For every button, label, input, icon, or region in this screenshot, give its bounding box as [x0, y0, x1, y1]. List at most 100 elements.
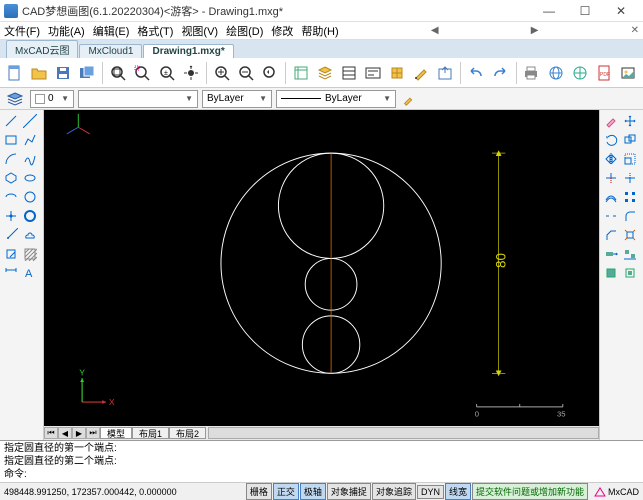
polygon-tool[interactable]: [2, 169, 20, 187]
snap-grid-toggle[interactable]: 栅格: [246, 483, 272, 500]
trim-tool[interactable]: [602, 169, 620, 187]
otrack-toggle[interactable]: 对象追踪: [372, 483, 416, 500]
zoom-out-button[interactable]: [235, 61, 257, 85]
doc-tab-drawing1[interactable]: Drawing1.mxg*: [143, 44, 233, 58]
chamfer-tool[interactable]: [602, 226, 620, 244]
save-as-button[interactable]: [76, 61, 98, 85]
mirror-tool[interactable]: [602, 150, 620, 168]
dimension-tool[interactable]: [2, 264, 20, 282]
menu-help[interactable]: 帮助(H): [301, 23, 338, 39]
menu-arrow-left-icon[interactable]: ◀: [431, 25, 439, 36]
lengthen-tool[interactable]: [621, 264, 639, 282]
redo-button[interactable]: [489, 61, 511, 85]
scale-tool[interactable]: [621, 150, 639, 168]
pan-button[interactable]: [180, 61, 202, 85]
revcloud-tool[interactable]: [21, 226, 39, 244]
text-tool[interactable]: A: [21, 264, 39, 282]
zoom-realtime-button[interactable]: ±: [155, 61, 177, 85]
line-tool[interactable]: [2, 112, 20, 130]
menu-close-icon[interactable]: ✕: [631, 25, 639, 36]
undo-button[interactable]: [465, 61, 487, 85]
osnap-toggle[interactable]: 对象捕捉: [327, 483, 371, 500]
polar-toggle[interactable]: 极轴: [300, 483, 326, 500]
zoom-extents-button[interactable]: [107, 61, 129, 85]
array-tool[interactable]: [621, 188, 639, 206]
circle-tool[interactable]: [21, 188, 39, 206]
ellipse-arc-tool[interactable]: [2, 188, 20, 206]
zoom-in-button[interactable]: [211, 61, 233, 85]
spline-tool[interactable]: [21, 150, 39, 168]
zoom-window-button[interactable]: [131, 61, 153, 85]
close-button[interactable]: ✕: [603, 1, 639, 21]
stretch-tool[interactable]: [602, 245, 620, 263]
explode-tool[interactable]: [621, 226, 639, 244]
copy-tool[interactable]: [621, 131, 639, 149]
break-tool[interactable]: [602, 207, 620, 225]
layer-manager-button[interactable]: [314, 61, 336, 85]
paint-format-button[interactable]: [400, 90, 418, 108]
model-tab[interactable]: 模型: [100, 427, 132, 439]
tab-scroll-first[interactable]: ⏮: [44, 427, 58, 439]
xline-tool[interactable]: [21, 112, 39, 130]
join-tool[interactable]: [602, 264, 620, 282]
rectangle-tool[interactable]: [2, 131, 20, 149]
rotate-tool[interactable]: [602, 131, 620, 149]
menu-format[interactable]: 格式(T): [137, 23, 173, 39]
block-button[interactable]: [386, 61, 408, 85]
menu-file[interactable]: 文件(F): [4, 23, 40, 39]
dyn-toggle[interactable]: DYN: [417, 485, 444, 499]
ortho-toggle[interactable]: 正交: [273, 483, 299, 500]
extend-tool[interactable]: [621, 169, 639, 187]
command-input[interactable]: 命令:: [4, 468, 639, 481]
feedback-button[interactable]: 提交软件问题或增加新功能: [472, 483, 588, 500]
maximize-button[interactable]: ☐: [567, 1, 603, 21]
tab-scroll-last[interactable]: ⏭: [86, 427, 100, 439]
image-button[interactable]: [617, 61, 639, 85]
offset-tool[interactable]: [602, 188, 620, 206]
ray-tool[interactable]: [2, 226, 20, 244]
menu-modify[interactable]: 修改: [271, 23, 293, 39]
lineweight-toggle[interactable]: 线宽: [445, 483, 471, 500]
mtext-button[interactable]: [362, 61, 384, 85]
share-button[interactable]: [569, 61, 591, 85]
save-button[interactable]: [52, 61, 74, 85]
menu-view[interactable]: 视图(V): [181, 23, 218, 39]
layer-dropdown[interactable]: 0 ▼: [30, 90, 74, 108]
open-file-button[interactable]: [28, 61, 50, 85]
pdf-button[interactable]: PDF: [593, 61, 615, 85]
menu-func[interactable]: 功能(A): [48, 23, 85, 39]
layout2-tab[interactable]: 布局2: [169, 427, 206, 439]
print-button[interactable]: [520, 61, 542, 85]
insert-block-tool[interactable]: [2, 245, 20, 263]
menu-edit[interactable]: 编辑(E): [93, 23, 130, 39]
h-scrollbar[interactable]: [208, 427, 599, 439]
match-props-button[interactable]: [410, 61, 432, 85]
erase-tool[interactable]: [602, 112, 620, 130]
polyline-tool[interactable]: [21, 131, 39, 149]
layout1-tab[interactable]: 布局1: [132, 427, 169, 439]
align-tool[interactable]: [621, 245, 639, 263]
regen-button[interactable]: [290, 61, 312, 85]
export-button[interactable]: [434, 61, 456, 85]
point-tool[interactable]: [2, 207, 20, 225]
donut-tool[interactable]: [21, 207, 39, 225]
minimize-button[interactable]: —: [531, 1, 567, 21]
drawing-canvas[interactable]: 80 X Y: [44, 110, 599, 426]
arc-tool[interactable]: [2, 150, 20, 168]
tab-scroll-next[interactable]: ▶: [72, 427, 86, 439]
move-tool[interactable]: [621, 112, 639, 130]
menu-draw[interactable]: 绘图(D): [226, 23, 263, 39]
ellipse-tool[interactable]: [21, 169, 39, 187]
properties-button[interactable]: [338, 61, 360, 85]
lineweight-dropdown[interactable]: ByLayer▼: [276, 90, 396, 108]
new-file-button[interactable]: [4, 61, 26, 85]
tab-scroll-prev[interactable]: ◀: [58, 427, 72, 439]
layers-icon[interactable]: [4, 90, 26, 108]
fillet-tool[interactable]: [621, 207, 639, 225]
web-button[interactable]: [545, 61, 567, 85]
doc-tab-cloud[interactable]: MxCAD云图: [6, 40, 78, 58]
zoom-previous-button[interactable]: [259, 61, 281, 85]
doc-tab-mxcloud1[interactable]: MxCloud1: [79, 44, 142, 58]
hatch-tool[interactable]: [21, 245, 39, 263]
menu-arrow-right-icon[interactable]: ▶: [531, 25, 539, 36]
